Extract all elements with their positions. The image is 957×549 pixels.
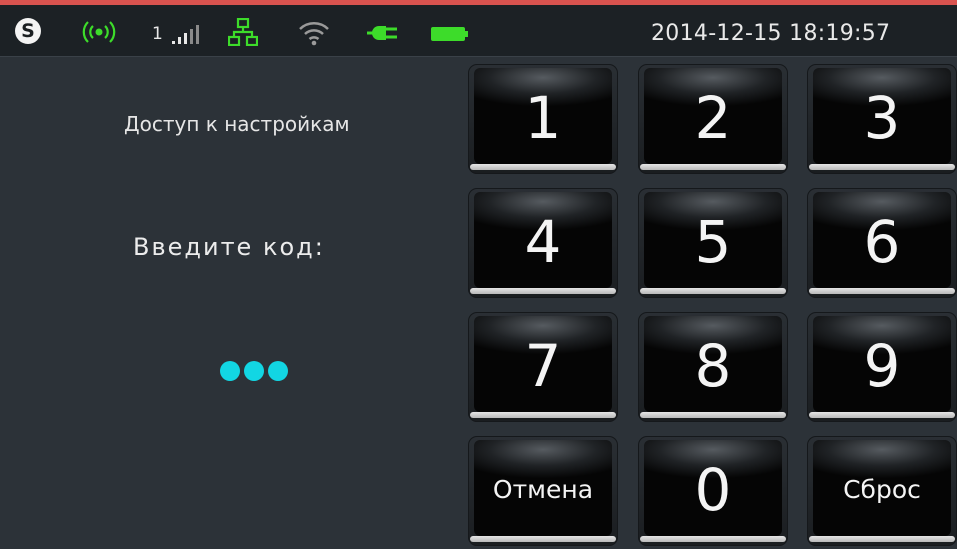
key-3-button[interactable]: 3 [807,64,957,174]
battery-icon [431,27,468,41]
key-label: 6 [863,208,901,276]
cancel-label: Отмена [492,475,594,504]
key-7-button[interactable]: 7 [468,312,618,422]
pin-dot [220,361,240,381]
clock: 2014-12-15 18:19:57 [651,21,891,46]
key-5-button[interactable]: 5 [638,188,788,298]
pin-indicator [220,361,288,383]
cancel-button[interactable]: Отмена [468,436,618,546]
pin-dot [268,361,288,381]
key-label: 9 [863,332,901,400]
code-prompt: Введите код: [133,233,325,261]
key-6-button[interactable]: 6 [807,188,957,298]
key-8-button[interactable]: 8 [638,312,788,422]
network-icon [228,18,258,46]
sim-slot-label: 1 [152,24,163,44]
key-0-button[interactable]: 0 [638,436,788,546]
dialog-title: Доступ к настройкам [124,112,350,136]
pin-dot [244,361,264,381]
key-label: 8 [694,332,732,400]
key-label: 3 [863,84,901,152]
s-logo-icon: S [15,18,41,44]
access-panel: Доступ к настройкам Введите код: [0,57,458,549]
key-4-button[interactable]: 4 [468,188,618,298]
cellular-signal-icon [172,25,199,44]
key-label: 1 [524,84,562,152]
reset-label: Сброс [843,475,921,504]
key-label: 2 [694,84,732,152]
radio-signal-icon [82,21,116,43]
wifi-icon [299,22,329,46]
key-label: 5 [694,208,732,276]
reset-button[interactable]: Сброс [807,436,957,546]
status-bar: S 1 2014-12-15 18:19:57 [0,5,957,57]
key-9-button[interactable]: 9 [807,312,957,422]
power-plug-icon [367,26,397,40]
key-label: 7 [524,332,562,400]
key-2-button[interactable]: 2 [638,64,788,174]
key-1-button[interactable]: 1 [468,64,618,174]
key-label: 0 [694,456,732,524]
key-label: 4 [524,208,562,276]
